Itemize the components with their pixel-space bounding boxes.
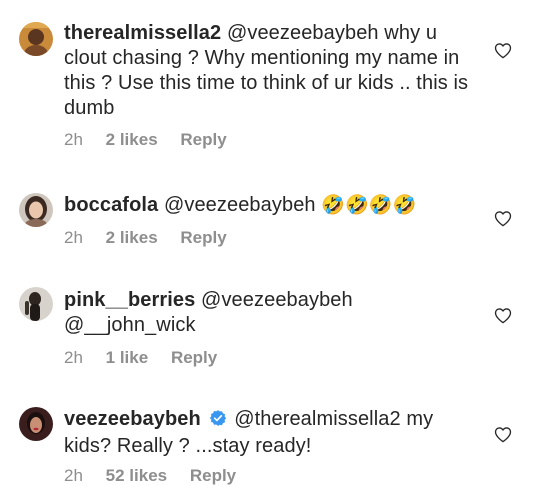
comment-text: veezeebaybeh @therealmissella2 my kids? … bbox=[64, 407, 469, 459]
comment-meta: 2h 2 likes Reply bbox=[64, 130, 227, 150]
comment-likes[interactable]: 1 like bbox=[106, 348, 149, 368]
comment-time: 2h bbox=[64, 130, 83, 149]
comment-item: boccafola @veezeebaybeh 🤣🤣🤣🤣 2h 2 likes … bbox=[0, 160, 534, 260]
avatar[interactable] bbox=[19, 287, 53, 321]
heart-icon[interactable] bbox=[494, 210, 512, 227]
comment-text: pink__berries @veezeebaybeh @__john_wick bbox=[64, 288, 469, 338]
reply-button[interactable]: Reply bbox=[190, 466, 236, 486]
comment-meta: 2h 1 like Reply bbox=[64, 348, 217, 368]
avatar[interactable] bbox=[19, 407, 53, 441]
comment-username[interactable]: veezeebaybeh bbox=[64, 408, 201, 430]
avatar[interactable] bbox=[19, 22, 53, 56]
heart-icon[interactable] bbox=[494, 307, 512, 324]
comment-time: 2h bbox=[64, 348, 83, 367]
heart-icon[interactable] bbox=[494, 426, 512, 443]
reply-button[interactable]: Reply bbox=[180, 130, 226, 150]
comment-item: veezeebaybeh @therealmissella2 my kids? … bbox=[0, 390, 534, 486]
comment-meta: 2h 2 likes Reply bbox=[64, 228, 227, 248]
comment-time: 2h bbox=[64, 466, 83, 485]
comment-item: pink__berries @veezeebaybeh @__john_wick… bbox=[0, 260, 534, 390]
comment-body: @veezeebaybeh bbox=[163, 194, 316, 216]
comment-time: 2h bbox=[64, 228, 83, 247]
avatar[interactable] bbox=[19, 193, 53, 227]
reply-button[interactable]: Reply bbox=[171, 348, 217, 368]
comment-text: therealmissella2 @veezeebaybeh why u clo… bbox=[64, 21, 469, 121]
heart-icon[interactable] bbox=[494, 42, 512, 59]
reply-button[interactable]: Reply bbox=[180, 228, 226, 248]
comment-item: therealmissella2 @veezeebaybeh why u clo… bbox=[0, 0, 534, 160]
comment-text: boccafola @veezeebaybeh 🤣🤣🤣🤣 bbox=[64, 193, 469, 218]
comment-meta: 2h 52 likes Reply bbox=[64, 466, 236, 486]
comment-username[interactable]: therealmissella2 bbox=[64, 22, 221, 44]
comment-likes[interactable]: 52 likes bbox=[106, 466, 167, 486]
laughing-emoji: 🤣🤣🤣🤣 bbox=[321, 195, 417, 216]
comment-likes[interactable]: 2 likes bbox=[106, 228, 158, 248]
comment-username[interactable]: boccafola bbox=[64, 194, 158, 216]
comment-username[interactable]: pink__berries bbox=[64, 289, 195, 311]
comment-likes[interactable]: 2 likes bbox=[106, 130, 158, 150]
verified-icon bbox=[209, 409, 227, 434]
